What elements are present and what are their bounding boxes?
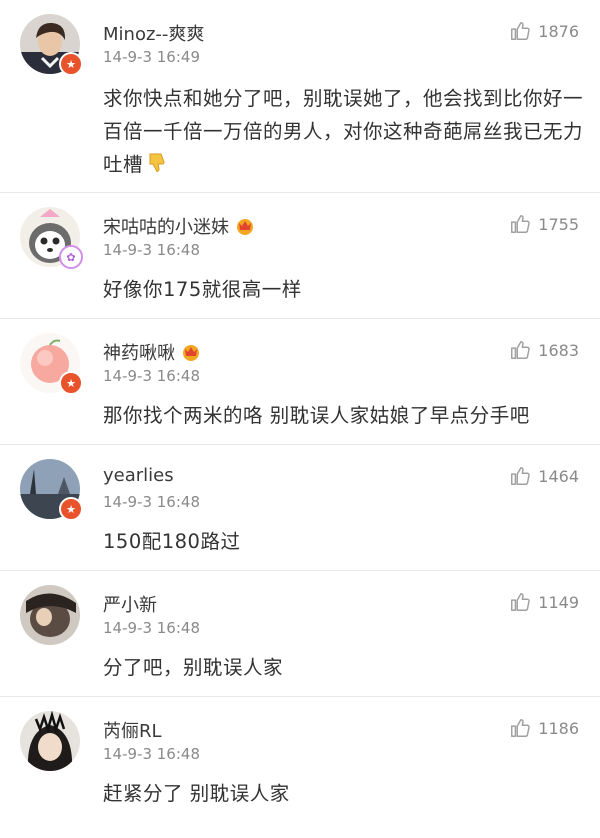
like-count: 1876 [538, 21, 579, 41]
comment-text: 赶紧分了 别耽误人家 [103, 777, 583, 810]
thumbs-up-icon [511, 719, 531, 737]
avatar-image [20, 585, 80, 645]
thumbs-up-icon [511, 467, 531, 485]
member-crown-icon [183, 345, 199, 361]
username[interactable]: yearlies [103, 465, 174, 486]
thumbs-up-icon [511, 22, 531, 40]
comment-body: 求你快点和她分了吧，别耽误她了，他会找到比你好一百倍一千倍一万倍的男人，对你这种… [103, 87, 584, 176]
thumbs-up-icon [511, 593, 531, 611]
username[interactable]: 宋咕咕的小迷妹 [103, 213, 255, 239]
timestamp: 14-9-3 16:48 [103, 745, 200, 763]
timestamp: 14-9-3 16:48 [103, 367, 200, 385]
username-text: 宋咕咕的小迷妹 [103, 217, 229, 238]
avatar[interactable]: ★ [20, 459, 83, 521]
username-text: yearlies [103, 465, 174, 486]
comment-item: ★ yearlies 14-9-3 16:48 1464 150配180路过 [0, 445, 600, 571]
timestamp: 14-9-3 16:48 [103, 241, 200, 259]
avatar[interactable]: ★ [20, 333, 83, 395]
avatar[interactable] [20, 585, 80, 645]
like-count: 1149 [538, 592, 579, 612]
like-button[interactable]: 1683 [509, 339, 579, 361]
like-count: 1464 [538, 466, 579, 486]
comment-body: 分了吧，别耽误人家 [103, 656, 284, 679]
like-count: 1683 [538, 340, 579, 360]
comment-body: 150配180路过 [103, 530, 241, 553]
like-button[interactable]: 1876 [509, 20, 579, 42]
timestamp: 14-9-3 16:48 [103, 619, 200, 637]
thumbs-up-icon [511, 341, 531, 359]
comment-item: 严小新 14-9-3 16:48 1149 分了吧，别耽误人家 [0, 571, 600, 697]
comment-item: ★ 神药啾啾 14-9-3 16:48 1683 那你找个两米的咯 别耽误人家姑… [0, 319, 600, 445]
username[interactable]: 严小新 [103, 591, 157, 617]
comment-text: 好像你175就很高一样 [103, 273, 583, 306]
like-count: 1186 [538, 718, 579, 738]
comment-list: ★ Minoz--爽爽 14-9-3 16:49 1876 求你快点和她分了吧，… [0, 0, 600, 838]
username-text: 严小新 [103, 595, 157, 616]
comment-body: 好像你175就很高一样 [103, 278, 302, 301]
comment-body: 赶紧分了 别耽误人家 [103, 782, 290, 805]
timestamp: 14-9-3 16:49 [103, 48, 200, 66]
comment-text: 分了吧，别耽误人家 [103, 651, 583, 684]
username-text: 神药啾啾 [103, 343, 175, 364]
verified-badge-icon: ★ [59, 52, 83, 76]
avatar[interactable]: ✿ [20, 207, 83, 269]
username-text: 芮俪RL [103, 721, 162, 742]
comment-item: ✿ 宋咕咕的小迷妹 14-9-3 16:48 1755 好像你175就很高一样 [0, 193, 600, 319]
like-button[interactable]: 1464 [509, 465, 579, 487]
verified-badge-icon: ★ [59, 371, 83, 395]
username[interactable]: Minoz--爽爽 [103, 20, 204, 46]
thumbs-down-emoji-icon [145, 151, 169, 185]
timestamp: 14-9-3 16:48 [103, 493, 200, 511]
username[interactable]: 芮俪RL [103, 717, 162, 743]
like-count: 1755 [538, 214, 579, 234]
comment-item: 芮俪RL 14-9-3 16:48 1186 赶紧分了 别耽误人家 [0, 697, 600, 838]
avatar[interactable] [20, 711, 80, 771]
avatar-image [20, 711, 80, 771]
avatar[interactable]: ★ [20, 14, 83, 76]
comment-text: 那你找个两米的咯 别耽误人家姑娘了早点分手吧 [103, 399, 583, 432]
vip-badge-icon: ✿ [59, 245, 83, 269]
comment-item: ★ Minoz--爽爽 14-9-3 16:49 1876 求你快点和她分了吧，… [0, 0, 600, 193]
like-button[interactable]: 1755 [509, 213, 579, 235]
comment-body: 那你找个两米的咯 别耽误人家姑娘了早点分手吧 [103, 404, 530, 427]
comment-text: 求你快点和她分了吧，别耽误她了，他会找到比你好一百倍一千倍一万倍的男人，对你这种… [103, 82, 583, 185]
username[interactable]: 神药啾啾 [103, 339, 201, 365]
member-crown-icon [237, 219, 253, 235]
verified-badge-icon: ★ [59, 497, 83, 521]
like-button[interactable]: 1149 [509, 591, 579, 613]
thumbs-up-icon [511, 215, 531, 233]
like-button[interactable]: 1186 [509, 717, 579, 739]
comment-text: 150配180路过 [103, 525, 583, 558]
username-text: Minoz--爽爽 [103, 24, 205, 45]
